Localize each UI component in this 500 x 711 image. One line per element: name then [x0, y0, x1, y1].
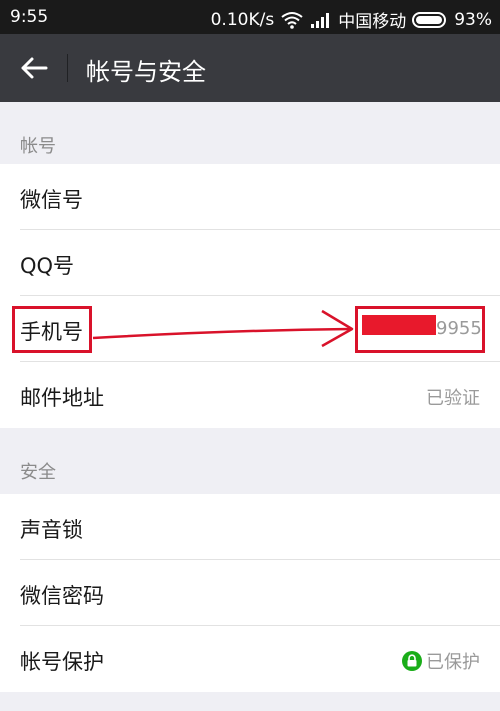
title-divider	[67, 54, 68, 82]
battery-percent: 93%	[454, 9, 492, 30]
row-email[interactable]: 邮件地址 已验证	[0, 362, 500, 428]
row-wechat-password[interactable]: 微信密码	[0, 560, 500, 626]
status-time: 9:55	[10, 7, 49, 27]
lock-icon	[402, 651, 422, 671]
wifi-icon	[281, 11, 303, 29]
net-speed: 0.10K/s	[210, 9, 275, 30]
section-label: 帐号	[20, 136, 56, 157]
row-voice-lock[interactable]: 声音锁	[0, 494, 500, 560]
row-label: 微信号	[20, 188, 83, 212]
status-right: 0.10K/s 中国移动 93%	[210, 7, 492, 33]
status-bar: 9:55 0.10K/s 中国移动 93%	[0, 0, 500, 34]
row-label: 邮件地址	[20, 386, 104, 410]
row-value: 已验证	[426, 388, 480, 409]
protection-text: 已保护	[426, 652, 480, 673]
battery-icon	[412, 11, 447, 28]
row-label: 微信密码	[20, 584, 104, 608]
back-arrow-icon[interactable]	[18, 52, 50, 84]
row-wechat-id[interactable]: 微信号	[0, 164, 500, 230]
row-label: QQ号	[20, 254, 75, 278]
row-qq[interactable]: QQ号	[0, 230, 500, 296]
section-label: 安全	[20, 462, 56, 483]
row-label: 帐号保护	[20, 650, 104, 674]
carrier-name: 中国移动	[338, 12, 407, 32]
row-label: 声音锁	[20, 518, 83, 542]
annotation-box-phone-label	[12, 306, 92, 353]
row-account-protection[interactable]: 帐号保护 已保护	[0, 626, 500, 692]
section-header-security: 安全	[0, 428, 500, 490]
signal-icon	[311, 12, 330, 28]
annotation-box-phone-value	[355, 306, 485, 353]
section-header-account: 帐号	[0, 102, 500, 164]
page-title: 帐号与安全	[86, 58, 206, 86]
title-bar: 帐号与安全	[0, 34, 500, 102]
protection-status: 已保护	[402, 648, 480, 674]
